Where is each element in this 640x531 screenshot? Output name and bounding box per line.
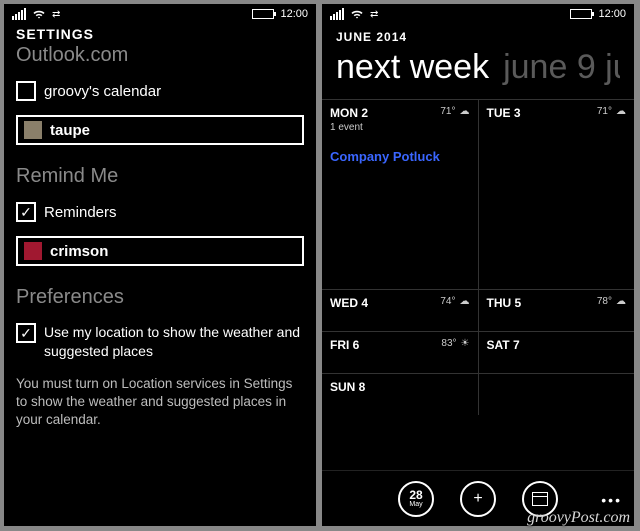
weather-badge: 74° ☁ xyxy=(440,296,469,307)
watermark: groovyPost.com xyxy=(527,509,630,527)
calendar-month: JUNE 2014 xyxy=(336,30,620,44)
weather-badge: 71° ☁ xyxy=(440,106,469,117)
battery-icon xyxy=(570,9,592,19)
reminders-color-select[interactable]: crimson xyxy=(16,236,304,266)
cloud-icon: ☁ xyxy=(616,106,626,117)
day-cell-wed[interactable]: WED 4 74° ☁ xyxy=(322,290,478,331)
day-cell-sat[interactable]: SAT 7 xyxy=(478,332,635,373)
clock: 12:00 xyxy=(598,8,626,20)
page-title: SETTINGS xyxy=(16,26,304,42)
calendar-event[interactable]: Company Potluck xyxy=(330,149,470,164)
settings-screen: ⇄ 12:00 SETTINGS Outlook.com groovy's ca… xyxy=(4,4,316,526)
data-sync-icon: ⇄ xyxy=(370,9,378,20)
color-name: crimson xyxy=(50,243,108,260)
signal-icon xyxy=(12,8,26,20)
day-label: SAT 7 xyxy=(487,338,627,352)
day-cell-thu[interactable]: THU 5 78° ☁ xyxy=(478,290,635,331)
add-event-button[interactable]: + xyxy=(460,481,496,517)
day-cell-empty xyxy=(478,374,634,415)
day-event-count: 1 event xyxy=(330,122,470,133)
location-checkbox[interactable]: Use my location to show the weather and … xyxy=(16,323,304,361)
checkbox-icon xyxy=(16,202,36,222)
pivot-current: next week xyxy=(336,48,489,87)
day-cell-tue[interactable]: TUE 3 71° ☁ xyxy=(478,100,635,289)
color-swatch xyxy=(24,121,42,139)
weather-badge: 71° ☁ xyxy=(597,106,626,117)
data-sync-icon: ⇄ xyxy=(52,9,60,20)
color-swatch xyxy=(24,242,42,260)
more-button[interactable]: ••• xyxy=(601,492,622,508)
location-note: You must turn on Location services in Se… xyxy=(16,375,304,430)
weather-badge: 78° ☁ xyxy=(597,296,626,307)
signal-icon xyxy=(330,8,344,20)
status-bar: ⇄ 12:00 xyxy=(322,4,634,22)
calendar-pivot[interactable]: next week june 9 ju xyxy=(336,48,620,87)
battery-icon xyxy=(252,9,274,19)
remind-me-header: Remind Me xyxy=(16,165,304,188)
day-cell-sun[interactable]: SUN 8 xyxy=(322,374,478,415)
account-subtitle: Outlook.com xyxy=(16,44,304,67)
weather-badge: 83° ☀ xyxy=(441,338,469,349)
day-cell-mon[interactable]: MON 2 71° ☁ 1 event Company Potluck xyxy=(322,100,478,289)
calendar-icon xyxy=(532,492,548,506)
calendar-visibility-checkbox[interactable]: groovy's calendar xyxy=(16,81,304,101)
day-label: SUN 8 xyxy=(330,380,470,394)
clock: 12:00 xyxy=(280,8,308,20)
cloud-icon: ☁ xyxy=(616,296,626,307)
sun-icon: ☀ xyxy=(461,338,470,349)
reminders-checkbox[interactable]: Reminders xyxy=(16,202,304,222)
checkbox-label: Reminders xyxy=(44,204,117,221)
checkbox-icon xyxy=(16,81,36,101)
today-button[interactable]: 28 May xyxy=(398,481,434,517)
color-name: taupe xyxy=(50,122,90,139)
day-cell-fri[interactable]: FRI 6 83° ☀ xyxy=(322,332,478,373)
status-bar: ⇄ 12:00 xyxy=(4,4,316,22)
preferences-header: Preferences xyxy=(16,286,304,309)
calendar-screen: ⇄ 12:00 JUNE 2014 next week june 9 ju MO… xyxy=(322,4,634,526)
pivot-next: june 9 ju xyxy=(503,48,620,87)
checkbox-label: groovy's calendar xyxy=(44,83,161,100)
cloud-icon: ☁ xyxy=(460,296,470,307)
calendar-grid: MON 2 71° ☁ 1 event Company Potluck TUE … xyxy=(322,99,634,470)
plus-icon: + xyxy=(473,491,482,507)
cloud-icon: ☁ xyxy=(460,106,470,117)
checkbox-label: Use my location to show the weather and … xyxy=(44,323,304,361)
wifi-icon xyxy=(350,9,364,19)
wifi-icon xyxy=(32,9,46,19)
calendar-color-select[interactable]: taupe xyxy=(16,115,304,145)
checkbox-icon xyxy=(16,323,36,343)
